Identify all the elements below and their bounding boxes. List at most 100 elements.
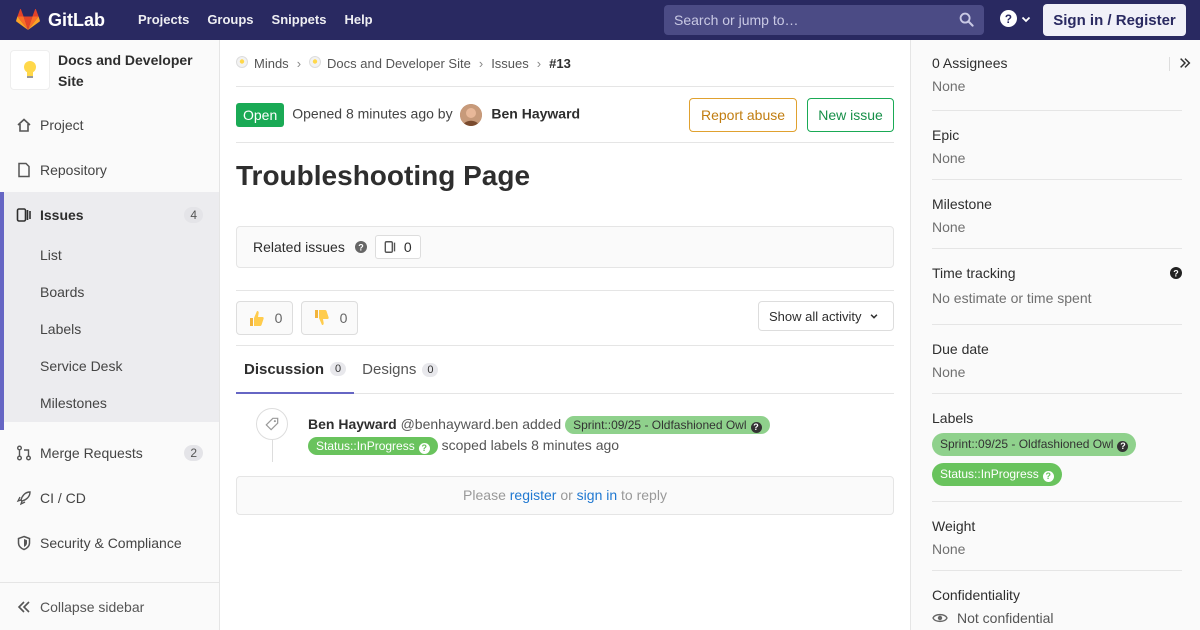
- confidentiality-block: Confidentiality Not confidential: [932, 570, 1182, 630]
- breadcrumb-group[interactable]: Minds: [254, 56, 289, 71]
- project-name: Docs and Developer Site: [58, 52, 193, 89]
- svg-text:?: ?: [1173, 268, 1179, 278]
- question-circle-icon[interactable]: ?: [1170, 267, 1182, 279]
- collapse-sidebar-button[interactable]: Collapse sidebar: [0, 582, 219, 630]
- label-sprint[interactable]: Sprint::09/25 - Oldfashioned Owl?: [565, 416, 770, 435]
- related-count-value: 0: [403, 239, 412, 255]
- left-sidebar: Docs and Developer Site Project Reposito…: [0, 40, 220, 630]
- collapse-right-sidebar-icon[interactable]: [1178, 56, 1192, 70]
- weight-title: Weight: [932, 518, 976, 534]
- nav-groups[interactable]: Groups: [198, 0, 262, 40]
- brand-name: GitLab: [48, 9, 105, 30]
- awards-bar: 0 0 Show all activity: [236, 291, 894, 345]
- sidebar-subitem-milestones[interactable]: Milestones: [4, 385, 219, 422]
- issue-tabs: Discussion 0 Designs 0: [236, 346, 894, 394]
- svg-text:?: ?: [1005, 13, 1012, 26]
- issue-header: Open Opened 8 minutes ago by Ben Hayward…: [236, 87, 894, 143]
- note-handle[interactable]: @benhayward.ben: [401, 416, 519, 432]
- sidebar-item-project[interactable]: Project: [0, 102, 219, 147]
- note-suffix: scoped labels 8 minutes ago: [441, 437, 620, 453]
- search-input[interactable]: [664, 5, 944, 35]
- issues-submenu: List Boards Labels Service Desk Mileston…: [4, 237, 219, 422]
- issues-icon: [16, 207, 32, 223]
- right-sidebar: 0 Assignees None Epic None Milestone Non…: [910, 40, 1200, 630]
- related-issues-label: Related issues: [253, 239, 345, 255]
- breadcrumb-separator: ›: [536, 55, 542, 71]
- confidentiality-row: Not confidential: [932, 610, 1182, 626]
- note-author[interactable]: Ben Hayward: [308, 416, 397, 432]
- tab-designs[interactable]: Designs 0: [354, 346, 446, 393]
- thumbs-down-count: 0: [339, 310, 348, 326]
- eye-icon: [932, 613, 948, 623]
- opened-text: Opened 8 minutes ago by: [292, 105, 453, 122]
- lightbulb-icon: [236, 55, 248, 71]
- status-badge: Open: [236, 102, 285, 127]
- report-abuse-button[interactable]: Report abuse: [689, 98, 797, 132]
- sidebar-item-merge-requests[interactable]: Merge Requests 2: [0, 430, 219, 475]
- avatar[interactable]: [460, 103, 483, 126]
- weight-value: None: [932, 541, 966, 557]
- tab-label: Designs: [362, 361, 417, 378]
- nav-help[interactable]: Help: [335, 0, 381, 40]
- sidebar-subitem-service-desk[interactable]: Service Desk: [4, 348, 219, 385]
- label-status[interactable]: Status::InProgress?: [932, 463, 1062, 486]
- milestone-value: None: [932, 219, 966, 235]
- sidebar-item-security[interactable]: Security & Compliance: [0, 520, 219, 565]
- thumbs-up-button[interactable]: 0: [236, 301, 293, 335]
- help-dropdown[interactable]: ?: [1000, 10, 1032, 27]
- gitlab-home-link[interactable]: GitLab: [16, 0, 105, 40]
- question-circle-icon: ?: [1000, 10, 1017, 27]
- tag-icon: [256, 408, 288, 440]
- merge-requests-count-badge: 2: [184, 444, 203, 461]
- question-circle-icon[interactable]: ?: [354, 241, 367, 253]
- search-icon: [959, 12, 974, 27]
- assignees-title: 0 Assignees: [932, 55, 1008, 71]
- question-circle-icon: ?: [1042, 471, 1054, 482]
- merge-request-icon: [16, 445, 32, 461]
- rocket-icon: [16, 490, 32, 506]
- sidebar-subitem-list[interactable]: List: [4, 237, 219, 274]
- collapse-sidebar-label: Collapse sidebar: [40, 598, 145, 615]
- reply-prompt: Please register or sign in to reply: [236, 476, 894, 515]
- time-tracking-value: No estimate or time spent: [932, 290, 1092, 306]
- register-link[interactable]: register: [510, 487, 557, 503]
- project-header[interactable]: Docs and Developer Site: [0, 40, 219, 100]
- sidebar-item-ci-cd[interactable]: CI / CD: [0, 475, 219, 520]
- sign-in-register-button[interactable]: Sign in / Register: [1043, 4, 1186, 36]
- sidebar-subitem-labels[interactable]: Labels: [4, 311, 219, 348]
- note-body: Ben Hayward @benhayward.ben added Sprint…: [308, 414, 868, 456]
- breadcrumb-issues[interactable]: Issues: [491, 56, 529, 71]
- breadcrumb-issue-number[interactable]: #13: [549, 56, 571, 71]
- sidebar-item-label: CI / CD: [40, 489, 86, 506]
- label-text: Sprint::09/25 - Oldfashioned Owl: [940, 437, 1114, 451]
- label-sprint[interactable]: Sprint::09/25 - Oldfashioned Owl?: [932, 433, 1137, 456]
- sign-in-link[interactable]: sign in: [577, 487, 617, 503]
- nav-projects[interactable]: Projects: [129, 0, 198, 40]
- breadcrumb-project[interactable]: Docs and Developer Site: [327, 56, 471, 71]
- sidebar-subitem-boards[interactable]: Boards: [4, 274, 219, 311]
- tab-discussion[interactable]: Discussion 0: [236, 346, 355, 394]
- nav-snippets[interactable]: Snippets: [263, 0, 336, 40]
- tab-count: 0: [330, 362, 347, 376]
- chevron-down-icon: [871, 314, 878, 319]
- top-navbar: GitLab Projects Groups Snippets Help ? S…: [0, 0, 1200, 40]
- epic-block: Epic None: [932, 110, 1182, 179]
- issues-icon: [384, 241, 396, 253]
- due-date-title: Due date: [932, 341, 989, 357]
- sidebar-item-issues[interactable]: Issues 4: [0, 192, 219, 237]
- epic-value: None: [932, 150, 966, 166]
- lightbulb-icon: [309, 55, 322, 71]
- thumbs-down-button[interactable]: 0: [301, 301, 358, 335]
- new-issue-button[interactable]: New issue: [807, 98, 894, 132]
- labels-list: Status::InProgress?: [932, 463, 1182, 486]
- activity-filter-dropdown[interactable]: Show all activity: [758, 301, 894, 331]
- sidebar-item-label: Repository: [40, 161, 107, 178]
- label-status[interactable]: Status::InProgress?: [308, 437, 438, 456]
- sidebar-item-repository[interactable]: Repository: [0, 147, 219, 192]
- shield-icon: [16, 535, 32, 551]
- author-link[interactable]: Ben Hayward: [491, 105, 580, 121]
- related-issues-panel: Related issues ? 0: [236, 226, 894, 268]
- label-text: Status::InProgress: [940, 467, 1039, 481]
- svg-text:?: ?: [358, 242, 364, 252]
- timeline-line: [272, 440, 273, 462]
